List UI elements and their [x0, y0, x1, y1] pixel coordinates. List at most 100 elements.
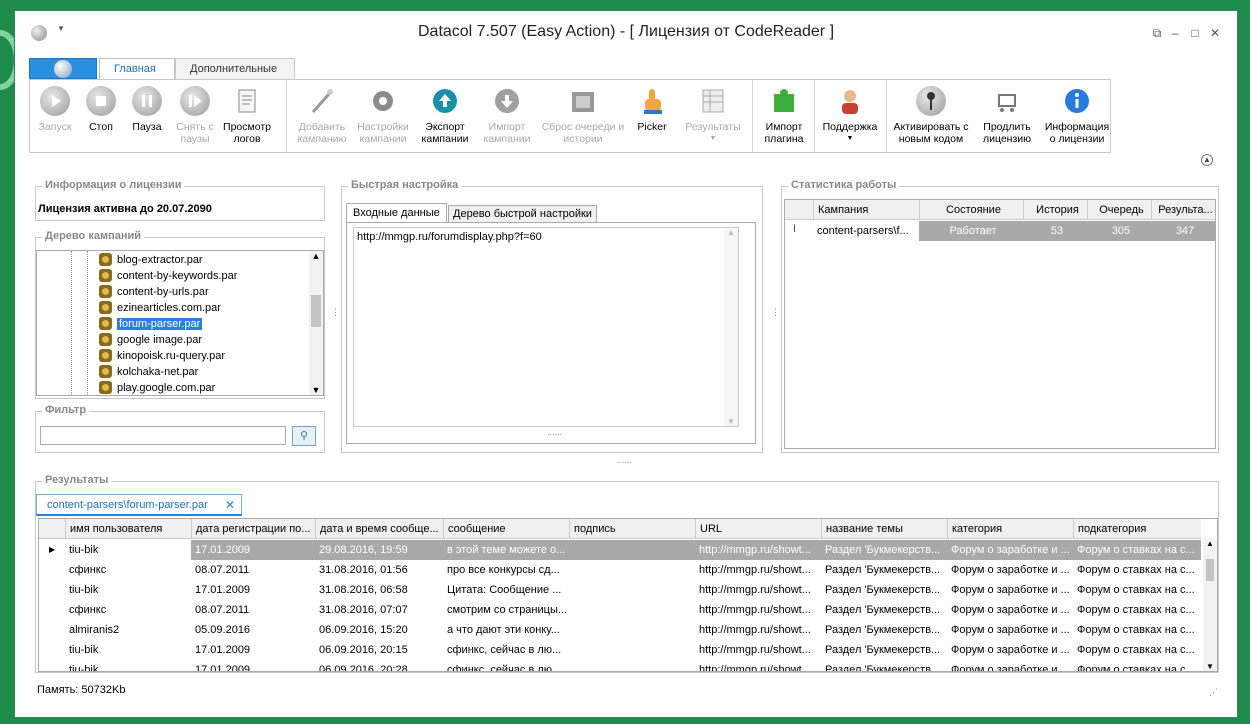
table-cell[interactable]: 17.01.2009: [191, 540, 315, 560]
close-tab-icon[interactable]: ✕: [225, 498, 235, 512]
stats-col-queue[interactable]: Очередь: [1087, 200, 1151, 220]
reset-queue-button[interactable]: Сброс очереди и истории: [540, 86, 626, 145]
renew-license-button[interactable]: Продлить лицензию: [974, 86, 1040, 145]
table-row[interactable]: сфинкс 08.07.2011 31.08.2016, 07:07 смотрим…: [39, 600, 1201, 620]
stats-col-results[interactable]: Результа...: [1151, 200, 1215, 220]
results-tab[interactable]: content-parsers\forum-parser.par ✕: [36, 494, 242, 516]
stop-button[interactable]: Стоп: [78, 86, 124, 133]
resume-button[interactable]: Снять с паузы: [170, 86, 220, 145]
table-cell[interactable]: tiu-bik: [65, 540, 191, 560]
campaign-settings-button[interactable]: Настройки кампании: [352, 86, 414, 145]
tab-main[interactable]: Главная: [99, 58, 175, 80]
minimize-button[interactable]: –: [1167, 25, 1183, 41]
resize-grip[interactable]: ......: [547, 427, 562, 437]
table-row[interactable]: ▶ tiu-bik 17.01.2009 29.08.2016, 19:59 в это…: [39, 540, 1201, 560]
table-cell[interactable]: Форум о заработке и ...: [947, 660, 1073, 671]
table-cell[interactable]: 17.01.2009: [191, 640, 315, 660]
table-row[interactable]: tiu-bik 17.01.2009 31.08.2016, 06:58 Цитата…: [39, 580, 1201, 600]
table-cell[interactable]: [569, 580, 695, 600]
resize-grip-icon[interactable]: ⋰: [1209, 687, 1218, 698]
table-cell[interactable]: 05.09.2016: [191, 620, 315, 640]
table-cell[interactable]: http://mmgp.ru/showt...: [695, 540, 821, 560]
table-cell[interactable]: [569, 640, 695, 660]
table-row[interactable]: tiu-bik 17.01.2009 06.09.2016, 20:15 сфинкс…: [39, 640, 1201, 660]
collapse-ribbon-icon[interactable]: ▲: [1201, 154, 1213, 166]
table-row[interactable]: tiu-bik 17.01.2009 06.09.2016, 20:28 сфинкс…: [39, 660, 1201, 671]
table-cell[interactable]: tiu-bik: [65, 660, 191, 671]
table-cell[interactable]: в этой теме можете о...: [443, 540, 569, 560]
table-cell[interactable]: Раздел 'Букмекерств...: [821, 660, 947, 671]
table-cell[interactable]: смотрим со страницы...: [443, 600, 569, 620]
table-cell[interactable]: http://mmgp.ru/showt...: [695, 660, 821, 671]
table-cell[interactable]: Форум о ставках на с...: [1073, 600, 1201, 620]
table-cell[interactable]: Форум о ставках на с...: [1073, 580, 1201, 600]
table-cell[interactable]: Раздел 'Букмекерств...: [821, 560, 947, 580]
table-cell[interactable]: almiranis2: [65, 620, 191, 640]
table-cell[interactable]: Форум о заработке и ...: [947, 560, 1073, 580]
splitter-handle[interactable]: ⋮: [331, 307, 340, 318]
license-info-button[interactable]: Информация о лицензии: [1044, 86, 1110, 145]
table-cell[interactable]: 31.08.2016, 07:07: [315, 600, 443, 620]
start-button[interactable]: Запуск: [32, 86, 78, 133]
campaign-tree[interactable]: blog-extractor.par content-by-keywords.p…: [36, 250, 324, 396]
col-topic[interactable]: название темы: [821, 519, 947, 539]
results-button[interactable]: Результаты ▼: [678, 86, 748, 145]
close-button[interactable]: ✕: [1207, 25, 1223, 41]
col-username[interactable]: имя пользователя: [65, 519, 191, 539]
table-cell[interactable]: про все конкурсы сд...: [443, 560, 569, 580]
table-cell[interactable]: сфинкс, сейчас в лю...: [443, 640, 569, 660]
table-cell[interactable]: Форум о заработке и ...: [947, 640, 1073, 660]
table-cell[interactable]: http://mmgp.ru/showt...: [695, 600, 821, 620]
import-plugin-button[interactable]: Импорт плагина: [758, 86, 810, 145]
table-row[interactable]: almiranis2 05.09.2016 06.09.2016, 15:20 а ч…: [39, 620, 1201, 640]
table-cell[interactable]: http://mmgp.ru/showt...: [695, 560, 821, 580]
table-cell[interactable]: Форум о ставках на с...: [1073, 560, 1201, 580]
table-cell[interactable]: [569, 560, 695, 580]
table-cell[interactable]: 17.01.2009: [191, 660, 315, 671]
table-cell[interactable]: Раздел 'Букмекерств...: [821, 580, 947, 600]
table-cell[interactable]: Форум о заработке и ...: [947, 620, 1073, 640]
tree-item[interactable]: google image.par: [99, 332, 202, 348]
col-reg-date[interactable]: дата регистрации по...: [191, 519, 315, 539]
add-campaign-button[interactable]: Добавить кампанию: [292, 86, 352, 145]
tree-item[interactable]: blog-extractor.par: [99, 252, 203, 268]
picker-button[interactable]: Picker: [630, 86, 674, 133]
stats-col-state[interactable]: Состояние: [919, 200, 1023, 220]
table-cell[interactable]: Форум о ставках на с...: [1073, 620, 1201, 640]
table-cell[interactable]: 17.01.2009: [191, 580, 315, 600]
table-cell[interactable]: http://mmgp.ru/showt...: [695, 580, 821, 600]
export-campaign-button[interactable]: Экспорт кампании: [414, 86, 476, 145]
table-cell[interactable]: 08.07.2011: [191, 600, 315, 620]
table-cell[interactable]: Форум о заработке и ...: [947, 580, 1073, 600]
table-cell[interactable]: сфинкс: [65, 600, 191, 620]
table-cell[interactable]: Цитата: Сообщение ...: [443, 580, 569, 600]
scroll-up-icon[interactable]: ▲: [1203, 539, 1217, 548]
col-url[interactable]: URL: [695, 519, 821, 539]
table-row[interactable]: сфинкс 08.07.2011 31.08.2016, 01:56 про все…: [39, 560, 1201, 580]
table-cell[interactable]: [569, 540, 695, 560]
filter-search-button[interactable]: ⚲: [292, 426, 316, 446]
tree-item[interactable]: kinopoisk.ru-query.par: [99, 348, 225, 364]
table-cell[interactable]: Раздел 'Букмекерств...: [821, 620, 947, 640]
app-menu-button[interactable]: [29, 58, 97, 79]
scroll-down-icon[interactable]: ▼: [309, 385, 323, 395]
table-cell[interactable]: Раздел 'Букмекерств...: [821, 540, 947, 560]
scroll-up-icon[interactable]: ▲: [309, 251, 323, 261]
table-cell[interactable]: Форум о ставках на с...: [1073, 540, 1201, 560]
table-cell[interactable]: 06.09.2016, 15:20: [315, 620, 443, 640]
tree-item-selected[interactable]: forum-parser.par: [99, 316, 203, 332]
table-cell[interactable]: [569, 620, 695, 640]
table-cell[interactable]: 31.08.2016, 01:56: [315, 560, 443, 580]
stats-col-campaign[interactable]: Кампания: [813, 200, 917, 220]
stats-col-history[interactable]: История: [1023, 200, 1087, 220]
table-cell[interactable]: Форум о заработке и ...: [947, 540, 1073, 560]
table-cell[interactable]: Форум о ставках на с...: [1073, 660, 1201, 671]
tab-quick-tree[interactable]: Дерево быстрой настройки: [448, 205, 597, 223]
pause-button[interactable]: Пауза: [124, 86, 170, 133]
table-cell[interactable]: Форум о заработке и ...: [947, 600, 1073, 620]
splitter-handle[interactable]: ......: [617, 455, 632, 465]
tree-item[interactable]: play.google.com.par: [99, 380, 215, 395]
results-scrollbar[interactable]: ▲ ▼: [1203, 539, 1217, 671]
maximize-button[interactable]: □: [1187, 25, 1203, 41]
table-cell[interactable]: Раздел 'Букмекерств...: [821, 640, 947, 660]
